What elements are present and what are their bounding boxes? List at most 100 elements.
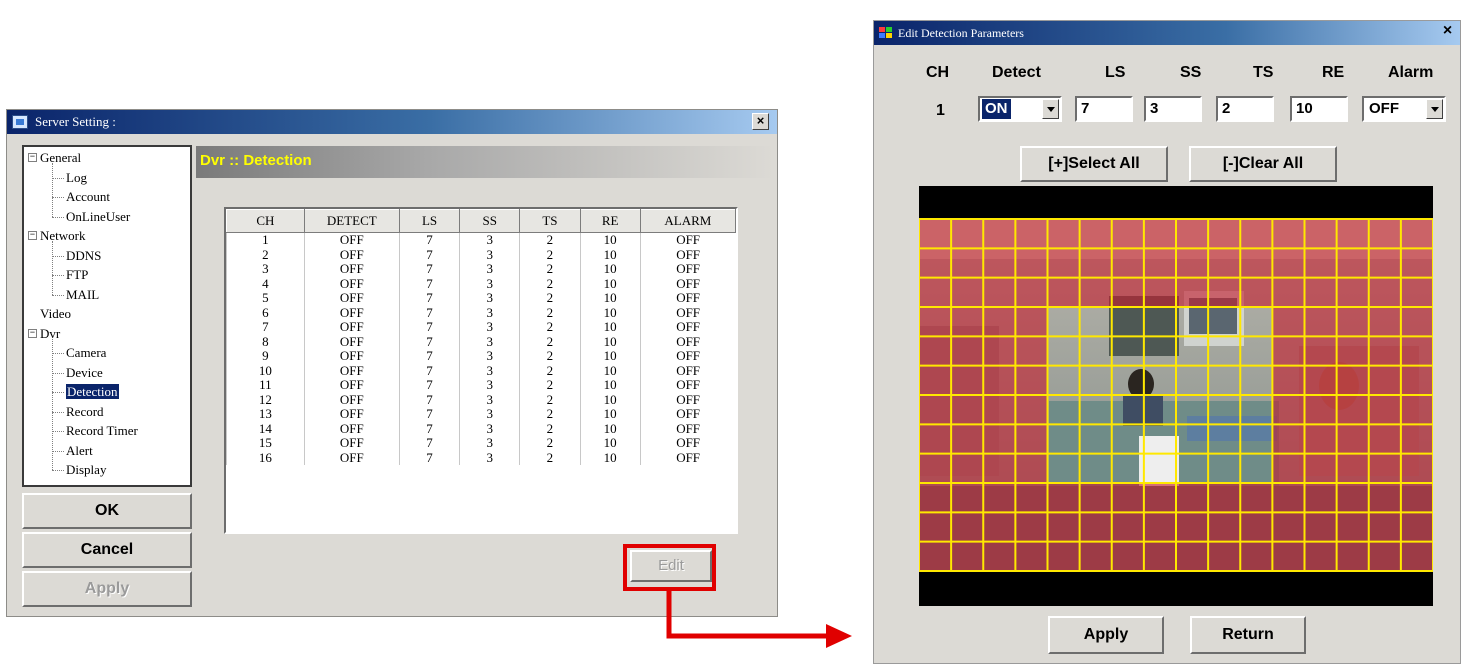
detection-cell[interactable] bbox=[1400, 277, 1433, 307]
chevron-down-icon[interactable] bbox=[1426, 99, 1443, 119]
detection-cell[interactable] bbox=[1304, 365, 1337, 395]
detection-cell[interactable] bbox=[1143, 277, 1176, 307]
detection-cell[interactable] bbox=[1111, 512, 1144, 542]
tree-item[interactable]: Account bbox=[66, 189, 110, 204]
detection-cell[interactable] bbox=[1272, 541, 1305, 571]
detection-cell[interactable] bbox=[951, 277, 984, 307]
detection-cell[interactable] bbox=[1304, 248, 1337, 278]
detection-cell[interactable] bbox=[1047, 248, 1080, 278]
detection-cell[interactable] bbox=[951, 307, 984, 337]
apply-button[interactable]: Apply bbox=[1048, 616, 1164, 654]
detection-cell[interactable] bbox=[1143, 219, 1176, 249]
detection-cell[interactable] bbox=[1272, 395, 1305, 425]
tree-item[interactable]: Network bbox=[40, 228, 86, 243]
detection-cell[interactable] bbox=[1272, 365, 1305, 395]
tree-item[interactable]: Detection bbox=[66, 384, 119, 399]
detection-cell[interactable] bbox=[1079, 248, 1112, 278]
detection-cell[interactable] bbox=[1176, 512, 1209, 542]
detection-cell[interactable] bbox=[1143, 248, 1176, 278]
detection-cell[interactable] bbox=[919, 483, 952, 513]
detection-cell[interactable] bbox=[983, 365, 1016, 395]
column-header[interactable]: ALARM bbox=[639, 209, 737, 233]
detection-cell[interactable] bbox=[1304, 277, 1337, 307]
detection-cell[interactable] bbox=[951, 248, 984, 278]
detection-cell[interactable] bbox=[1336, 395, 1369, 425]
detection-cell[interactable] bbox=[1336, 512, 1369, 542]
tree-item[interactable]: Log bbox=[66, 170, 87, 185]
detection-cell[interactable] bbox=[1272, 248, 1305, 278]
tree-item[interactable]: OnLineUser bbox=[66, 209, 130, 224]
table-row[interactable]: 2 OFF 7 3 2 10 OFF bbox=[226, 247, 736, 262]
detection-cell[interactable] bbox=[919, 365, 952, 395]
detection-cell[interactable] bbox=[1111, 483, 1144, 513]
detection-cell[interactable] bbox=[919, 277, 952, 307]
detection-cell[interactable] bbox=[1368, 424, 1401, 454]
collapse-icon[interactable]: − bbox=[28, 328, 37, 338]
alarm-select[interactable]: OFF bbox=[1362, 96, 1446, 122]
detection-cell[interactable] bbox=[1143, 483, 1176, 513]
tree-item[interactable]: Dvr bbox=[40, 326, 60, 341]
detection-cell[interactable] bbox=[1240, 483, 1273, 513]
detection-cell[interactable] bbox=[1079, 219, 1112, 249]
detection-cell[interactable] bbox=[1272, 453, 1305, 483]
table-row[interactable]: 7 OFF 7 3 2 10 OFF bbox=[226, 320, 736, 335]
detection-cell[interactable] bbox=[951, 395, 984, 425]
detection-cell[interactable] bbox=[1400, 541, 1433, 571]
detection-cell[interactable] bbox=[1111, 277, 1144, 307]
detection-cell[interactable] bbox=[1176, 277, 1209, 307]
detection-cell[interactable] bbox=[1368, 365, 1401, 395]
detection-cell[interactable] bbox=[919, 307, 952, 337]
collapse-icon[interactable]: − bbox=[28, 231, 37, 240]
table-row[interactable]: 10 OFF 7 3 2 10 OFF bbox=[226, 363, 736, 378]
column-header[interactable]: CH bbox=[226, 209, 305, 233]
apply-button[interactable]: Apply bbox=[22, 571, 192, 607]
detection-cell[interactable] bbox=[1400, 248, 1433, 278]
detection-cell[interactable] bbox=[1208, 277, 1241, 307]
detection-cell[interactable] bbox=[1015, 424, 1048, 454]
tree-item[interactable]: Record Timer bbox=[66, 423, 138, 438]
detection-cell[interactable] bbox=[1368, 277, 1401, 307]
detection-cell[interactable] bbox=[1015, 541, 1048, 571]
cancel-button[interactable]: Cancel bbox=[22, 532, 192, 568]
collapse-icon[interactable]: − bbox=[28, 153, 37, 162]
detection-cell[interactable] bbox=[1047, 512, 1080, 542]
detection-cell[interactable] bbox=[1336, 248, 1369, 278]
detection-cell[interactable] bbox=[1400, 483, 1433, 513]
table-row[interactable]: 12 OFF 7 3 2 10 OFF bbox=[226, 392, 736, 407]
detection-cell[interactable] bbox=[983, 453, 1016, 483]
detection-cell[interactable] bbox=[1400, 424, 1433, 454]
detection-cell[interactable] bbox=[1272, 483, 1305, 513]
detection-cell[interactable] bbox=[1272, 512, 1305, 542]
column-header[interactable]: SS bbox=[459, 209, 521, 233]
column-header[interactable]: RE bbox=[579, 209, 641, 233]
detection-cell[interactable] bbox=[1368, 541, 1401, 571]
detection-cell[interactable] bbox=[1368, 248, 1401, 278]
detection-cell[interactable] bbox=[1079, 483, 1112, 513]
table-row[interactable]: 16 OFF 7 3 2 10 OFF bbox=[226, 450, 736, 465]
detection-cell[interactable] bbox=[1368, 219, 1401, 249]
detection-cell[interactable] bbox=[1272, 219, 1305, 249]
close-button[interactable]: × bbox=[1439, 23, 1456, 41]
detection-cell[interactable] bbox=[1336, 336, 1369, 366]
detection-cell[interactable] bbox=[1400, 453, 1433, 483]
detection-cell[interactable] bbox=[1015, 483, 1048, 513]
detection-cell[interactable] bbox=[1304, 512, 1337, 542]
detection-cell[interactable] bbox=[1336, 541, 1369, 571]
detection-cell[interactable] bbox=[1304, 307, 1337, 337]
detection-cell[interactable] bbox=[1047, 483, 1080, 513]
detection-table[interactable]: CH DETECT LS SS TS RE ALARM 1 OFF 7 3 2 10 OFF 2 OFF 7 3… bbox=[224, 207, 738, 534]
detection-cell[interactable] bbox=[1240, 541, 1273, 571]
detection-cell[interactable] bbox=[1336, 424, 1369, 454]
detection-cell[interactable] bbox=[1143, 512, 1176, 542]
detection-cell[interactable] bbox=[1336, 365, 1369, 395]
table-row[interactable]: 15 OFF 7 3 2 10 OFF bbox=[226, 436, 736, 451]
detection-cell[interactable] bbox=[983, 336, 1016, 366]
select-all-button[interactable]: [+]Select All bbox=[1020, 146, 1168, 182]
detection-cell[interactable] bbox=[1368, 336, 1401, 366]
tree-item[interactable]: Record bbox=[66, 404, 104, 419]
table-row[interactable]: 3 OFF 7 3 2 10 OFF bbox=[226, 262, 736, 277]
detection-cell[interactable] bbox=[983, 248, 1016, 278]
detection-cell[interactable] bbox=[1400, 512, 1433, 542]
detection-cell[interactable] bbox=[1079, 541, 1112, 571]
tree-item[interactable]: Video bbox=[40, 306, 71, 321]
